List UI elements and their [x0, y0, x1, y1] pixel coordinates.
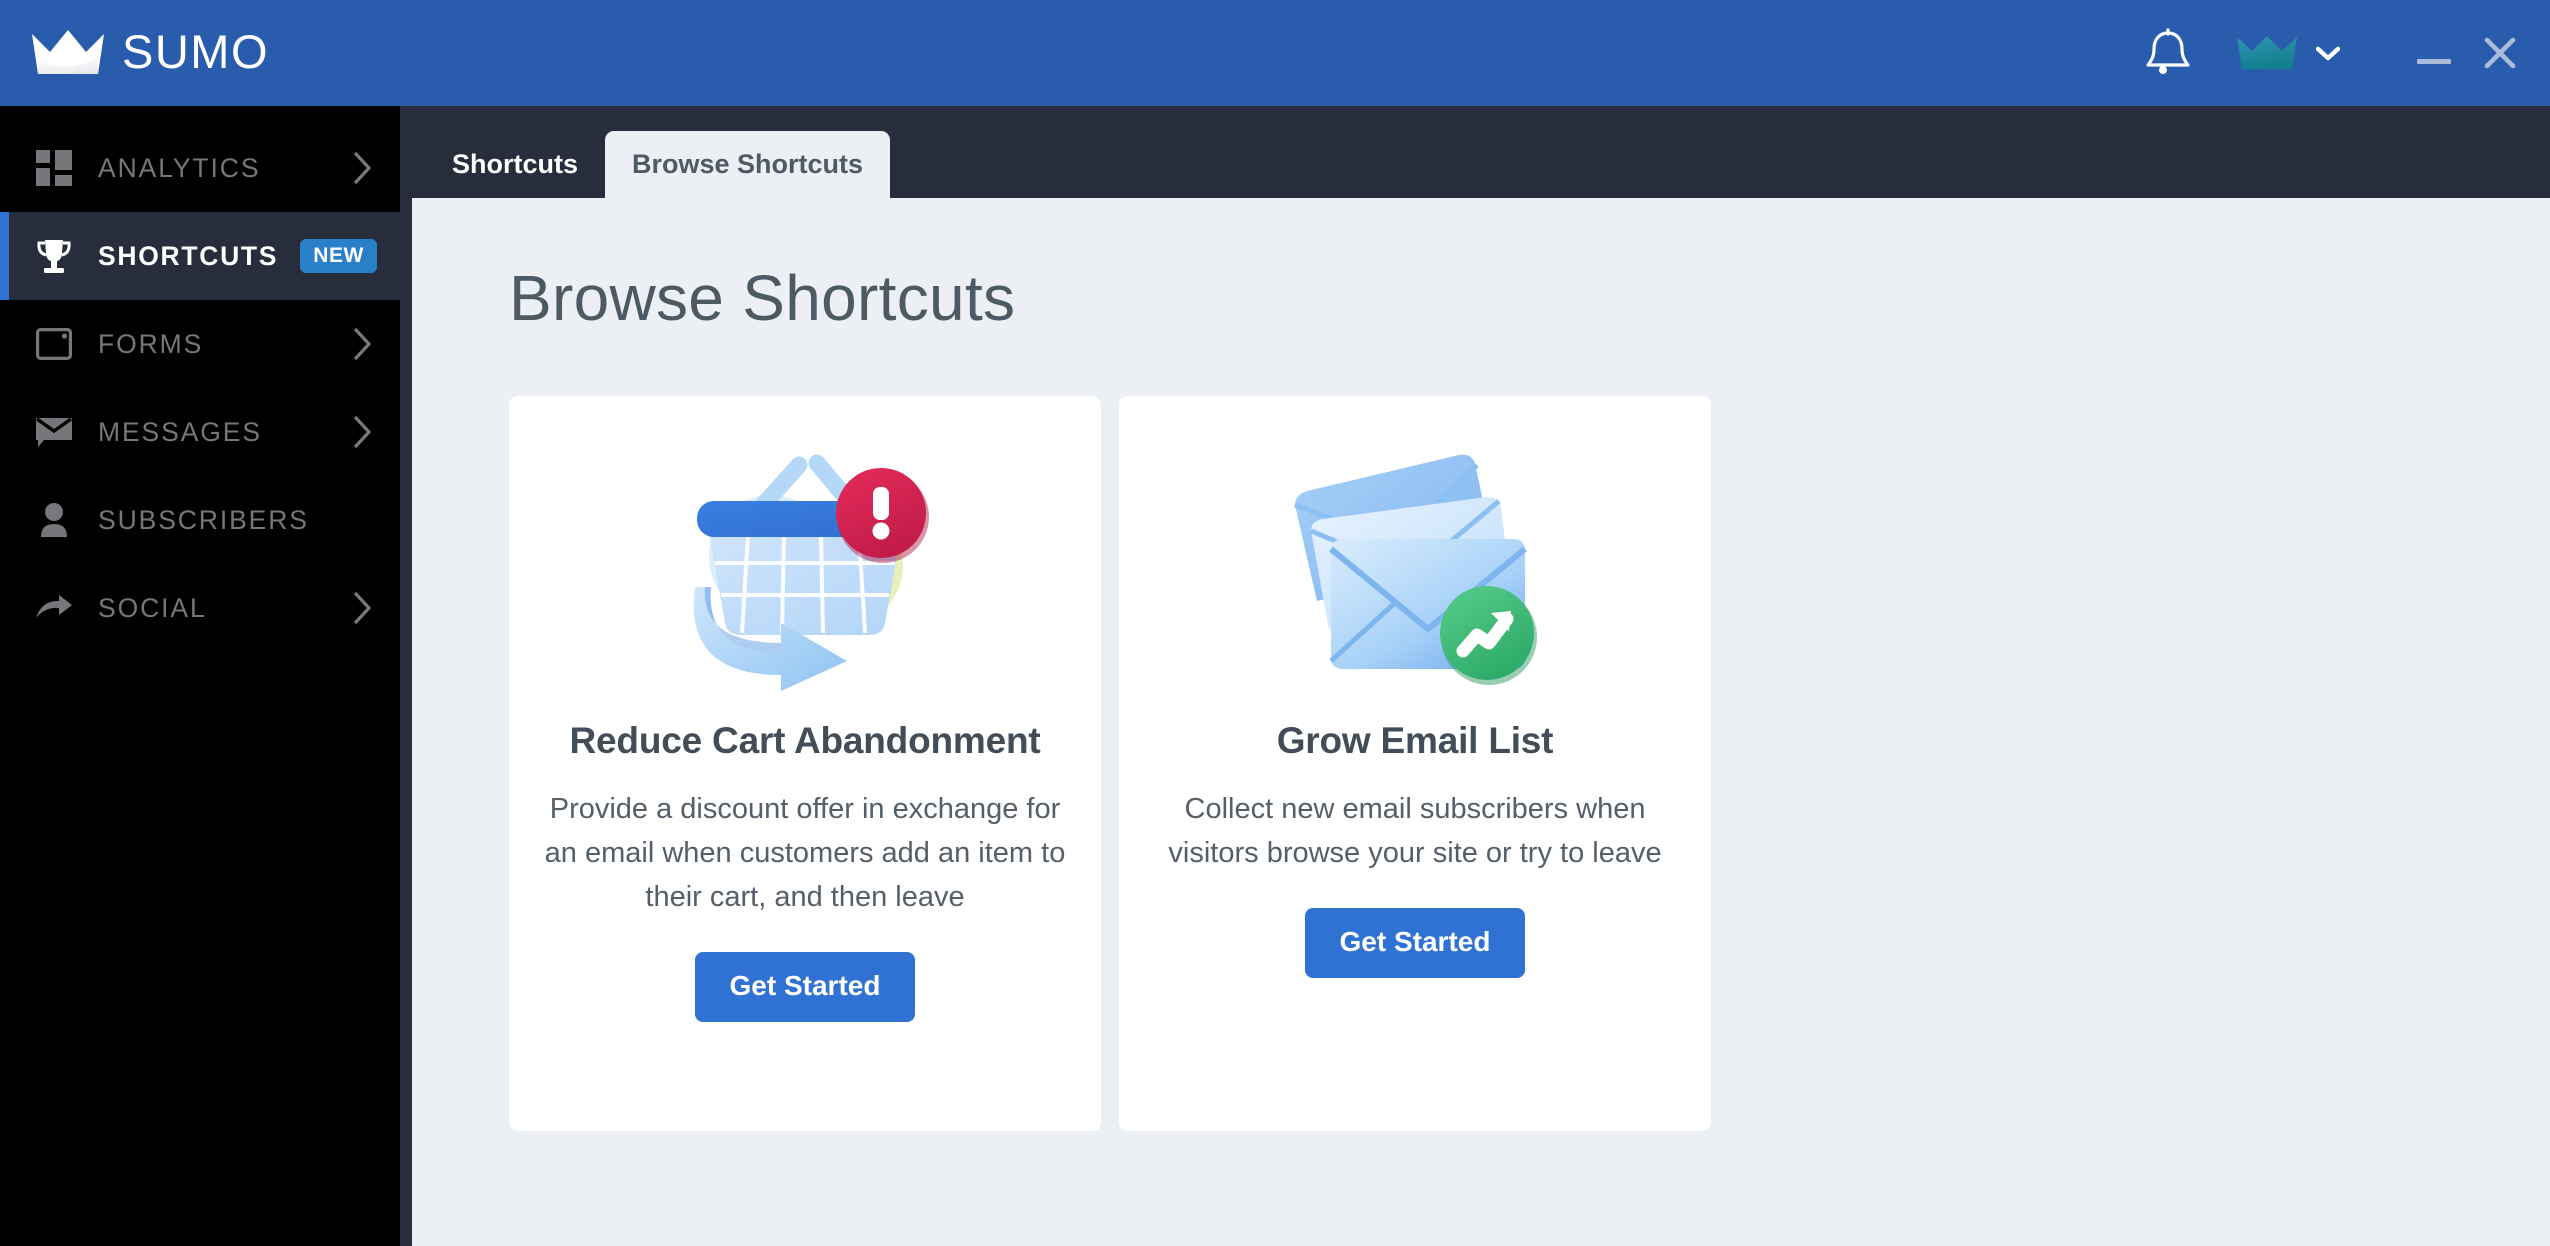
window-icon [34, 324, 74, 364]
page-title: Browse Shortcuts [509, 262, 1016, 334]
brand-name: SUMO [122, 25, 269, 78]
tab-bar: Shortcuts Browse Shortcuts [412, 106, 2550, 198]
crown-avatar-icon [2236, 36, 2298, 70]
person-icon [34, 500, 74, 540]
sidebar-item-label: FORMS [98, 328, 204, 359]
minimize-icon [2417, 58, 2451, 64]
card-description: Collect new email subscribers when visit… [1168, 793, 1662, 870]
share-arrow-icon [34, 588, 74, 628]
envelope-icon [34, 412, 74, 452]
brand-logo[interactable]: SUMO [30, 0, 269, 106]
minimize-window-button[interactable] [2406, 25, 2462, 81]
get-started-button[interactable]: Get Started [1304, 908, 1526, 979]
sidebar-item-label: SUBSCRIBERS [98, 504, 309, 535]
trophy-icon [34, 236, 74, 276]
chevron-down-icon [2316, 46, 2340, 61]
close-window-button[interactable] [2472, 25, 2528, 81]
shortcut-card-grow-email-list[interactable]: Grow Email List Collect new email subscr… [1119, 396, 1711, 1131]
bell-icon[interactable] [2132, 17, 2204, 89]
sidebar-nav: ANALYTICS SHORTCUTS NEW FORMS MESSAGES S… [0, 106, 400, 1246]
sidebar-item-label: MESSAGES [98, 416, 262, 447]
close-icon [2483, 36, 2517, 70]
crown-icon [30, 30, 106, 76]
shortcut-card-reduce-cart-abandonment[interactable]: Reduce Cart Abandonment Provide a discou… [509, 396, 1101, 1131]
app-window: SUMO ANALYTICS SHORTCUTS NEW FORMS MESSA… [0, 0, 2550, 1246]
get-started-button[interactable]: Get Started [694, 952, 916, 1023]
sidebar-item-social[interactable]: SOCIAL [0, 564, 400, 652]
chevron-right-icon [352, 415, 374, 449]
sidebar-item-subscribers[interactable]: SUBSCRIBERS [0, 476, 400, 564]
sidebar-item-forms[interactable]: FORMS [0, 300, 400, 388]
envelope-stack-growth-illustration [1281, 414, 1549, 714]
top-header-bar: SUMO [0, 0, 2550, 106]
sidebar-item-label: ANALYTICS [98, 152, 261, 183]
card-title: Reduce Cart Abandonment [569, 720, 1041, 761]
sidebar-item-shortcuts[interactable]: SHORTCUTS NEW [0, 212, 400, 300]
shopping-basket-alert-illustration [671, 414, 939, 714]
card-description: Provide a discount offer in exchange for… [544, 793, 1066, 914]
status-badge: NEW [300, 239, 377, 273]
sidebar-item-label: SHORTCUTS [98, 240, 279, 271]
chevron-right-icon [352, 151, 374, 185]
chevron-right-icon [352, 327, 374, 361]
sidebar-item-analytics[interactable]: ANALYTICS [0, 124, 400, 212]
grid-dashboard-icon [34, 148, 74, 188]
sidebar-item-messages[interactable]: MESSAGES [0, 388, 400, 476]
sidebar-item-label: SOCIAL [98, 592, 207, 623]
sidebar-divider [400, 106, 412, 1246]
account-menu-button[interactable] [2236, 36, 2340, 70]
tab-shortcuts[interactable]: Shortcuts [425, 131, 605, 198]
shortcut-card-list: Reduce Cart Abandonment Provide a discou… [509, 396, 2550, 1131]
main-content: Browse Shortcuts Reduce Cart Abandonment… [412, 198, 2550, 1246]
chevron-right-icon [352, 591, 374, 625]
tab-browse-shortcuts[interactable]: Browse Shortcuts [605, 131, 891, 198]
header-actions [2132, 0, 2550, 106]
card-title: Grow Email List [1276, 720, 1554, 761]
